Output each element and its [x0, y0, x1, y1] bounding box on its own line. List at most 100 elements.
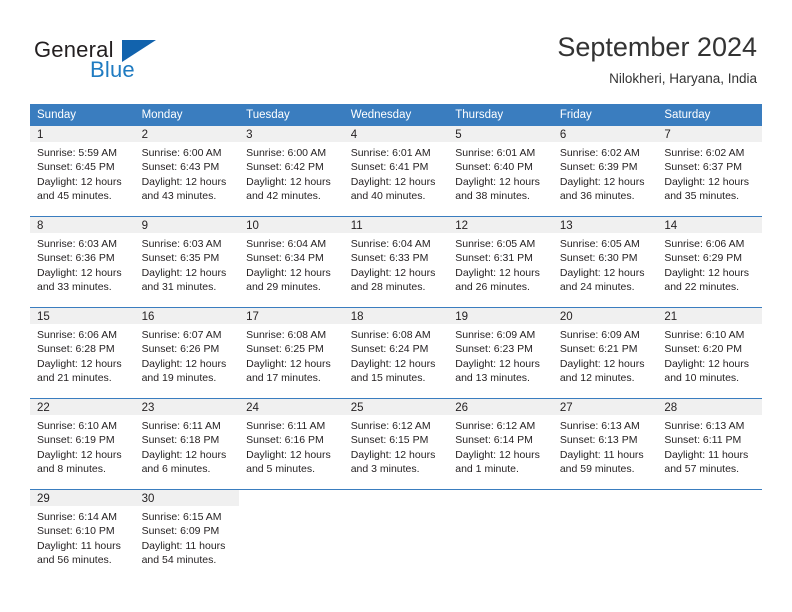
calendar-day-cell[interactable]: 6 Sunrise: 6:02 AM Sunset: 6:39 PM Daylight… [552, 126, 658, 217]
brand-name-blue: Blue [90, 57, 135, 82]
day-detail: Sunrise: 6:08 AM Sunset: 6:24 PM Daylight:… [344, 324, 449, 385]
day-number: 1 [30, 126, 135, 142]
day-detail: Sunrise: 6:14 AM Sunset: 6:10 PM Daylight:… [30, 506, 135, 567]
day-detail: Sunrise: 6:13 AM Sunset: 6:13 PM Daylight:… [553, 415, 658, 476]
day-detail-daylight2: and 19 minutes. [141, 371, 217, 384]
day-detail-daylight1: Daylight: 12 hours [559, 175, 645, 188]
day-detail-sunset: Sunset: 6:40 PM [455, 161, 533, 174]
day-detail-daylight2: and 38 minutes. [455, 189, 530, 202]
day-detail [239, 506, 344, 510]
day-cell-inner: 18 Sunrise: 6:08 AM Sunset: 6:24 PM Dayligh… [343, 308, 449, 398]
day-detail: Sunrise: 6:12 AM Sunset: 6:14 PM Daylight:… [448, 415, 553, 476]
day-number: 23 [134, 399, 240, 415]
calendar-day-cell[interactable]: 29 Sunrise: 6:14 AM Sunset: 6:10 PM Dayligh… [30, 489, 135, 580]
calendar-day-cell[interactable]: 11 Sunrise: 6:04 AM Sunset: 6:33 PM Dayligh… [343, 216, 449, 308]
calendar-day-cell[interactable]: 12 Sunrise: 6:05 AM Sunset: 6:31 PM Dayligh… [448, 216, 553, 308]
calendar-day-cell[interactable]: 25 Sunrise: 6:12 AM Sunset: 6:15 PM Dayligh… [343, 398, 449, 490]
day-detail-sunrise: Sunrise: 6:00 AM [246, 147, 327, 159]
day-detail: Sunrise: 6:02 AM Sunset: 6:37 PM Daylight:… [657, 142, 762, 203]
calendar-day-cell[interactable]: 14 Sunrise: 6:06 AM Sunset: 6:29 PM Dayligh… [657, 216, 762, 308]
day-detail-daylight1: Daylight: 12 hours [664, 357, 750, 370]
day-number: 9 [134, 217, 240, 233]
calendar-grid: Sunday Monday Tuesday Wednesday Thursday… [30, 104, 762, 580]
day-detail-sunset: Sunset: 6:29 PM [664, 252, 743, 265]
day-detail-daylight1: Daylight: 12 hours [455, 175, 540, 188]
day-detail-daylight1: Daylight: 12 hours [455, 448, 540, 461]
day-detail-daylight2: and 42 minutes. [246, 189, 321, 202]
calendar-day-cell[interactable]: 30 Sunrise: 6:15 AM Sunset: 6:09 PM Dayligh… [134, 489, 240, 580]
calendar-day-cell[interactable]: 5 Sunrise: 6:01 AM Sunset: 6:40 PM Daylight… [448, 126, 553, 217]
calendar-day-cell[interactable]: 19 Sunrise: 6:09 AM Sunset: 6:23 PM Dayligh… [448, 307, 553, 399]
calendar-day-cell[interactable]: 13 Sunrise: 6:05 AM Sunset: 6:30 PM Dayligh… [552, 216, 658, 308]
day-cell-inner: 1 Sunrise: 5:59 AM Sunset: 6:45 PM Daylight… [30, 126, 135, 216]
day-number: 10 [239, 217, 344, 233]
calendar-day-cell[interactable]: 1 Sunrise: 5:59 AM Sunset: 6:45 PM Daylight… [30, 126, 135, 217]
day-detail [553, 506, 658, 510]
day-detail-sunset: Sunset: 6:24 PM [350, 343, 429, 356]
calendar-day-cell[interactable]: 28 Sunrise: 6:13 AM Sunset: 6:11 PM Dayligh… [657, 398, 762, 490]
day-detail-sunset: Sunset: 6:13 PM [559, 434, 638, 447]
day-detail-daylight2: and 29 minutes. [246, 280, 321, 293]
day-detail-daylight2: and 31 minutes. [141, 280, 217, 293]
day-detail-sunset: Sunset: 6:30 PM [559, 252, 638, 265]
day-cell-inner: 14 Sunrise: 6:06 AM Sunset: 6:29 PM Dayligh… [657, 217, 762, 307]
day-number: 7 [657, 126, 762, 142]
day-cell-inner: 7 Sunrise: 6:02 AM Sunset: 6:37 PM Daylight… [657, 126, 762, 216]
calendar-day-cell[interactable]: 3 Sunrise: 6:00 AM Sunset: 6:42 PM Daylight… [239, 126, 344, 217]
page-title: September 2024 [557, 32, 757, 62]
calendar-day-cell[interactable]: 27 Sunrise: 6:13 AM Sunset: 6:13 PM Dayligh… [552, 398, 658, 490]
day-detail: Sunrise: 6:07 AM Sunset: 6:26 PM Daylight:… [135, 324, 240, 385]
day-detail-daylight2: and 28 minutes. [350, 280, 426, 293]
calendar-day-cell[interactable]: 9 Sunrise: 6:03 AM Sunset: 6:35 PM Daylight… [134, 216, 240, 308]
day-number: 24 [239, 399, 344, 415]
calendar-day-cell[interactable]: 16 Sunrise: 6:07 AM Sunset: 6:26 PM Dayligh… [134, 307, 240, 399]
day-detail-daylight2: and 26 minutes. [455, 280, 530, 293]
day-detail-daylight1: Daylight: 12 hours [141, 266, 227, 279]
calendar-empty-cell [657, 489, 762, 580]
day-detail-sunset: Sunset: 6:20 PM [664, 343, 743, 356]
day-number: 26 [448, 399, 553, 415]
calendar-day-cell[interactable]: 26 Sunrise: 6:12 AM Sunset: 6:14 PM Dayligh… [448, 398, 553, 490]
brand-logo[interactable]: General Blue [34, 37, 214, 85]
day-number: 19 [448, 308, 553, 324]
calendar-day-cell[interactable]: 4 Sunrise: 6:01 AM Sunset: 6:41 PM Daylight… [343, 126, 449, 217]
day-detail-daylight1: Daylight: 11 hours [559, 448, 644, 461]
day-detail-sunset: Sunset: 6:41 PM [350, 161, 429, 174]
calendar-day-cell[interactable]: 2 Sunrise: 6:00 AM Sunset: 6:43 PM Daylight… [134, 126, 240, 217]
day-detail-daylight1: Daylight: 12 hours [246, 357, 331, 370]
title-block: September 2024 Nilokheri, Haryana, India [557, 30, 757, 89]
day-detail-daylight1: Daylight: 12 hours [350, 266, 436, 279]
day-detail-sunset: Sunset: 6:21 PM [559, 343, 638, 356]
calendar-body: 1 Sunrise: 5:59 AM Sunset: 6:45 PM Daylight… [30, 126, 762, 580]
day-detail-daylight2: and 33 minutes. [37, 280, 112, 293]
day-detail-sunset: Sunset: 6:43 PM [141, 161, 220, 174]
day-detail-sunset: Sunset: 6:26 PM [141, 343, 220, 356]
calendar-day-cell[interactable]: 18 Sunrise: 6:08 AM Sunset: 6:24 PM Dayligh… [343, 307, 449, 399]
day-detail-daylight1: Daylight: 12 hours [350, 175, 436, 188]
day-detail-daylight2: and 36 minutes. [559, 189, 635, 202]
day-detail-daylight1: Daylight: 12 hours [246, 266, 331, 279]
calendar-day-cell[interactable]: 23 Sunrise: 6:11 AM Sunset: 6:18 PM Dayligh… [134, 398, 240, 490]
calendar-day-cell[interactable]: 8 Sunrise: 6:03 AM Sunset: 6:36 PM Daylight… [30, 216, 135, 308]
day-number [239, 490, 344, 506]
calendar-day-cell[interactable]: 24 Sunrise: 6:11 AM Sunset: 6:16 PM Dayligh… [239, 398, 344, 490]
calendar-day-cell[interactable]: 22 Sunrise: 6:10 AM Sunset: 6:19 PM Dayligh… [30, 398, 135, 490]
day-number [343, 490, 449, 506]
day-detail-daylight2: and 21 minutes. [37, 371, 112, 384]
day-detail-sunset: Sunset: 6:35 PM [141, 252, 220, 265]
day-cell-inner: 2 Sunrise: 6:00 AM Sunset: 6:43 PM Daylight… [134, 126, 240, 216]
calendar-day-cell[interactable]: 20 Sunrise: 6:09 AM Sunset: 6:21 PM Dayligh… [552, 307, 658, 399]
day-cell-inner: 21 Sunrise: 6:10 AM Sunset: 6:20 PM Dayligh… [657, 308, 762, 398]
calendar-day-cell[interactable]: 21 Sunrise: 6:10 AM Sunset: 6:20 PM Dayligh… [657, 307, 762, 399]
day-cell-inner: 26 Sunrise: 6:12 AM Sunset: 6:14 PM Dayligh… [448, 399, 553, 489]
calendar-day-cell[interactable]: 7 Sunrise: 6:02 AM Sunset: 6:37 PM Daylight… [657, 126, 762, 217]
calendar-day-cell[interactable]: 15 Sunrise: 6:06 AM Sunset: 6:28 PM Dayligh… [30, 307, 135, 399]
day-detail-daylight1: Daylight: 12 hours [246, 448, 331, 461]
calendar-day-cell[interactable]: 17 Sunrise: 6:08 AM Sunset: 6:25 PM Dayligh… [239, 307, 344, 399]
day-detail-sunset: Sunset: 6:11 PM [664, 434, 742, 447]
day-detail: Sunrise: 6:01 AM Sunset: 6:40 PM Daylight:… [448, 142, 553, 203]
calendar-day-cell[interactable]: 10 Sunrise: 6:04 AM Sunset: 6:34 PM Dayligh… [239, 216, 344, 308]
day-detail-sunset: Sunset: 6:36 PM [37, 252, 115, 265]
weekday-header-thursday: Thursday [448, 104, 553, 126]
day-detail-daylight2: and 8 minutes. [37, 462, 106, 475]
